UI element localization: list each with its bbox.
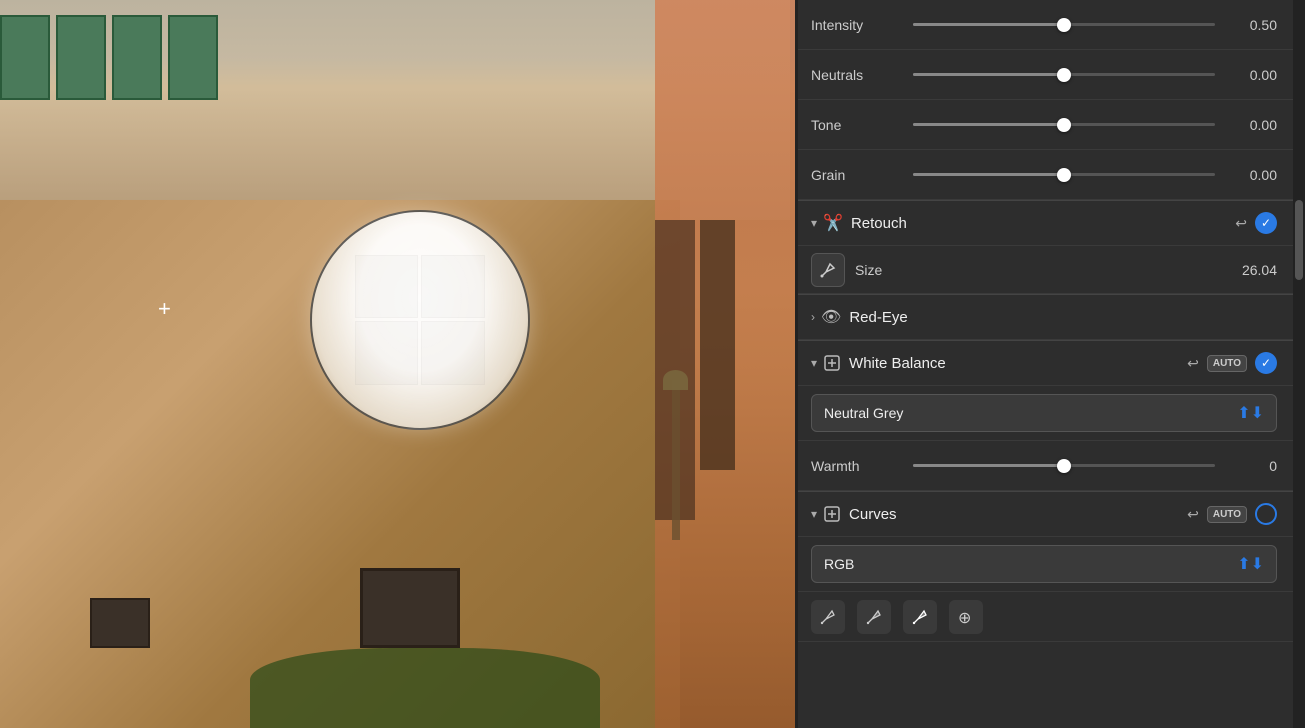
warmth-value: 0: [1227, 458, 1277, 474]
curves-add-point-tool[interactable]: ⊕: [949, 600, 983, 634]
retouch-enabled-toggle[interactable]: ✓: [1255, 212, 1277, 234]
curves-undo-button[interactable]: ↩: [1187, 507, 1199, 521]
wb-preset-value: Neutral Grey: [824, 405, 903, 421]
curves-icon: [823, 505, 841, 523]
curves-section-header[interactable]: ▾ Curves ↩ AUTO: [795, 491, 1293, 537]
retouch-title: Retouch: [851, 215, 1235, 232]
retouch-brush-overlay: [310, 210, 530, 430]
tone-label: Tone: [811, 117, 901, 133]
grain-value: 0.00: [1227, 167, 1277, 183]
neutrals-thumb[interactable]: [1057, 68, 1071, 82]
neutrals-label: Neutrals: [811, 67, 901, 83]
curves-midtone-tool[interactable]: [857, 600, 891, 634]
wb-preset-dropdown[interactable]: Neutral Grey ⬆⬇: [811, 394, 1277, 432]
grain-row: Grain 0.00: [795, 150, 1293, 200]
curves-channel-value: RGB: [824, 556, 854, 572]
retouch-section-header[interactable]: ▾ ✂️ Retouch ↩ ✓: [795, 200, 1293, 246]
warmth-slider[interactable]: [913, 464, 1215, 467]
warmth-thumb[interactable]: [1057, 459, 1071, 473]
curves-channel-row: RGB ⬆⬇: [795, 537, 1293, 592]
retouch-size-row: Size 26.04: [795, 246, 1293, 294]
wb-icon: [823, 354, 841, 372]
white-balance-section-header[interactable]: ▾ White Balance ↩ AUTO ✓: [795, 340, 1293, 386]
svg-text:⊕: ⊕: [958, 610, 971, 626]
grain-fill: [913, 173, 1064, 176]
wb-undo-button[interactable]: ↩: [1187, 356, 1199, 370]
wb-preset-row: Neutral Grey ⬆⬇: [795, 386, 1293, 441]
warmth-row: Warmth 0: [795, 441, 1293, 491]
warmth-label: Warmth: [811, 458, 901, 474]
tone-fill: [913, 123, 1064, 126]
curves-chevron[interactable]: ▾: [811, 507, 817, 521]
retouch-tool-button[interactable]: [811, 253, 845, 287]
wb-actions: ↩ AUTO ✓: [1187, 352, 1277, 374]
curves-channel-dropdown[interactable]: RGB ⬆⬇: [811, 545, 1277, 583]
curves-highlight-tool[interactable]: [903, 600, 937, 634]
wb-dropdown-arrow: ⬆⬇: [1237, 403, 1264, 423]
panel-scrollbar[interactable]: [1293, 0, 1305, 728]
warmth-fill: [913, 464, 1064, 467]
curves-shadow-tool[interactable]: [811, 600, 845, 634]
neutrals-fill: [913, 73, 1064, 76]
retouch-chevron[interactable]: ▾: [811, 216, 817, 230]
retouch-actions: ↩ ✓: [1235, 212, 1277, 234]
neutrals-slider[interactable]: [913, 73, 1215, 76]
check-icon: ✓: [1261, 216, 1271, 230]
wb-check-icon: ✓: [1261, 356, 1271, 370]
red-eye-section-header[interactable]: › 👁 Red-Eye: [795, 294, 1293, 340]
grain-label: Grain: [811, 167, 901, 183]
curves-enabled-toggle[interactable]: [1255, 503, 1277, 525]
intensity-value: 0.50: [1227, 17, 1277, 33]
wb-title: White Balance: [849, 355, 1187, 372]
retouch-undo-button[interactable]: ↩: [1235, 216, 1247, 230]
curves-auto-badge[interactable]: AUTO: [1207, 506, 1247, 523]
intensity-fill: [913, 23, 1064, 26]
curves-title: Curves: [849, 506, 1187, 523]
crosshair-cursor: +: [158, 298, 178, 318]
panel-scroll-content[interactable]: Intensity 0.50 Neutrals 0.00 Tone 0.00: [795, 0, 1293, 728]
tone-row: Tone 0.00: [795, 100, 1293, 150]
red-eye-chevron[interactable]: ›: [811, 310, 815, 324]
photo-canvas[interactable]: +: [0, 0, 795, 728]
retouch-icon: ✂️: [823, 213, 843, 233]
size-label: Size: [855, 262, 1232, 278]
panel-scrollbar-thumb[interactable]: [1295, 200, 1303, 280]
tone-slider[interactable]: [913, 123, 1215, 126]
curves-actions: ↩ AUTO: [1187, 503, 1277, 525]
intensity-row: Intensity 0.50: [795, 0, 1293, 50]
grain-slider[interactable]: [913, 173, 1215, 176]
right-panel: Intensity 0.50 Neutrals 0.00 Tone 0.00: [795, 0, 1305, 728]
intensity-label: Intensity: [811, 17, 901, 33]
wb-auto-badge[interactable]: AUTO: [1207, 355, 1247, 372]
red-eye-icon: 👁: [821, 307, 841, 327]
intensity-thumb[interactable]: [1057, 18, 1071, 32]
curves-tools-row: ⊕: [795, 592, 1293, 642]
curves-dropdown-arrow: ⬆⬇: [1237, 554, 1264, 574]
tone-value: 0.00: [1227, 117, 1277, 133]
wb-enabled-toggle[interactable]: ✓: [1255, 352, 1277, 374]
wb-chevron[interactable]: ▾: [811, 356, 817, 370]
panel-divider: [795, 0, 798, 728]
retouch-window-reflection: [355, 255, 485, 385]
neutrals-value: 0.00: [1227, 67, 1277, 83]
size-value: 26.04: [1242, 262, 1277, 278]
intensity-slider[interactable]: [913, 23, 1215, 26]
neutrals-row: Neutrals 0.00: [795, 50, 1293, 100]
grain-thumb[interactable]: [1057, 168, 1071, 182]
red-eye-title: Red-Eye: [849, 309, 1277, 326]
tone-thumb[interactable]: [1057, 118, 1071, 132]
